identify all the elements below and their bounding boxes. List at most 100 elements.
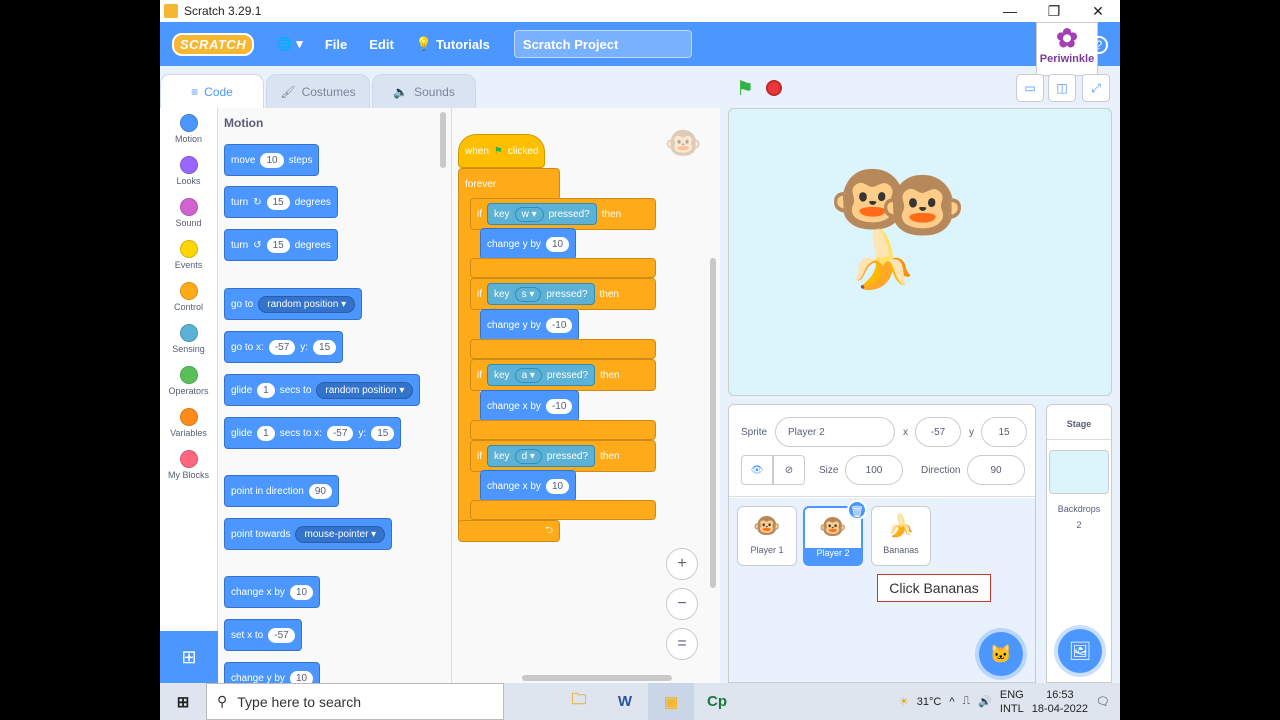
go-to-block[interactable]: go to random position ▾ [224, 288, 363, 320]
change-x-by-block[interactable]: change x by -10 [480, 390, 580, 422]
category-sensing[interactable]: Sensing [160, 318, 217, 360]
zoom-out-button[interactable]: − [666, 588, 698, 620]
stage-selector[interactable]: Stage Backdrops 2 🖼 [1046, 404, 1112, 683]
category-control[interactable]: Control [160, 276, 217, 318]
sprite-thumb-player-1[interactable]: 🐵 Player 1 [737, 506, 797, 566]
move-steps-block[interactable]: move 10 steps [224, 144, 320, 176]
volume-icon[interactable]: 🔊 [978, 695, 992, 708]
block-input[interactable]: -57 [326, 425, 354, 441]
hide-sprite-button[interactable]: ⊘ [773, 455, 805, 485]
edit-menu[interactable]: Edit [369, 37, 394, 52]
fullscreen-button[interactable]: ⤢ [1082, 74, 1110, 102]
block-input[interactable]: 1 [257, 425, 275, 441]
glide-xy-block[interactable]: glide 1 secs to x: -57 y: 15 [224, 417, 402, 449]
add-sprite-button[interactable]: 🐱 [979, 632, 1023, 676]
sprite-thumb-bananas[interactable]: 🍌 Bananas [871, 506, 931, 566]
block-input[interactable]: 15 [371, 425, 395, 441]
close-button[interactable]: ✕ [1076, 3, 1120, 20]
go-to-xy-block[interactable]: go to x: -57 y: 15 [224, 331, 344, 363]
change-y-block[interactable]: change y by 10 [224, 662, 321, 683]
if-block-w[interactable]: if key w ▾ pressed? then [470, 198, 656, 230]
change-x-by-block[interactable]: change x by 10 [480, 470, 577, 502]
block-input[interactable]: 15 [313, 339, 337, 355]
add-backdrop-button[interactable]: 🖼 [1058, 629, 1102, 673]
add-extension-button[interactable]: ⊞ [160, 631, 218, 683]
delete-sprite-icon[interactable]: 🗑 [847, 500, 867, 520]
stop-button[interactable] [766, 80, 782, 96]
file-menu[interactable]: File [325, 37, 347, 52]
key-pressed-block[interactable]: key a ▾ pressed? [487, 364, 596, 386]
category-motion[interactable]: Motion [160, 108, 217, 150]
point-towards-block[interactable]: point towards mouse-pointer ▾ [224, 518, 393, 550]
turn-left-block[interactable]: turn ↺ 15 degrees [224, 229, 338, 261]
if-block-s[interactable]: if key s ▾ pressed? then [470, 278, 656, 310]
key-pressed-block[interactable]: key d ▾ pressed? [487, 445, 596, 467]
key-dropdown[interactable]: a ▾ [514, 367, 542, 383]
script-vertical-scrollbar[interactable] [710, 258, 716, 588]
key-pressed-block[interactable]: key s ▾ pressed? [487, 283, 595, 305]
scratch-logo[interactable]: SCRATCH [172, 32, 255, 56]
when-flag-clicked-block[interactable]: when ⚑ clicked [458, 134, 546, 168]
block-dropdown[interactable]: random position ▾ [316, 381, 414, 399]
block-input[interactable]: 1 [257, 382, 275, 398]
script-horizontal-scrollbar[interactable] [522, 675, 672, 681]
show-sprite-button[interactable]: 👁 [741, 455, 773, 485]
tab-costumes[interactable]: 🖌 Costumes [266, 74, 370, 108]
x-input[interactable]: -57 [915, 417, 961, 447]
change-x-block[interactable]: change x by 10 [224, 576, 321, 608]
block-dropdown[interactable]: random position ▾ [258, 295, 356, 313]
minimize-button[interactable]: — [988, 3, 1032, 20]
if-block-a[interactable]: if key a ▾ pressed? then [470, 359, 656, 391]
category-operators[interactable]: Operators [160, 360, 217, 402]
tab-code[interactable]: ≡ Code [160, 74, 264, 108]
key-dropdown[interactable]: w ▾ [514, 206, 544, 222]
block-input[interactable]: 15 [266, 237, 290, 253]
block-dropdown[interactable]: mouse-pointer ▾ [295, 525, 386, 543]
zoom-in-button[interactable]: + [666, 548, 698, 580]
block-input[interactable]: 90 [308, 483, 332, 499]
block-input[interactable]: 10 [545, 478, 570, 494]
help-icon[interactable]: ? [1090, 36, 1108, 54]
weather-temp[interactable]: 31°C [917, 696, 942, 708]
script-area[interactable]: 🐵 when ⚑ clicked forever ⮌ if key w ▾ pressed… [452, 108, 720, 683]
clock[interactable]: 16:53 18-04-2022 [1032, 688, 1088, 716]
taskbar-search[interactable]: ⚲ Type here to search [206, 683, 504, 720]
file-explorer-icon[interactable]: 🗀 [556, 683, 602, 720]
small-stage-button[interactable]: ▭ [1016, 74, 1044, 102]
forever-block[interactable]: forever [458, 168, 560, 200]
language-indicator[interactable]: ENG INTL [1000, 688, 1024, 716]
if-block-d[interactable]: if key d ▾ pressed? then [470, 440, 656, 472]
turn-right-block[interactable]: turn ↻ 15 degrees [224, 186, 338, 218]
green-flag-button[interactable]: ⚑ [736, 76, 754, 101]
set-x-block[interactable]: set x to -57 [224, 619, 302, 651]
category-variables[interactable]: Variables [160, 402, 217, 444]
change-y-by-block[interactable]: change y by 10 [480, 228, 577, 260]
block-input[interactable]: -57 [268, 627, 295, 643]
network-icon[interactable]: ⎍ [963, 695, 971, 708]
block-input[interactable]: 10 [289, 584, 314, 600]
stage-canvas[interactable]: 🐵 🐵 🍌 [728, 108, 1112, 396]
chevron-up-icon[interactable]: ^ [949, 696, 954, 708]
block-input[interactable]: -10 [545, 317, 573, 333]
category-my-blocks[interactable]: My Blocks [160, 444, 217, 486]
block-input[interactable]: -57 [268, 339, 296, 355]
point-direction-block[interactable]: point in direction 90 [224, 475, 339, 507]
key-dropdown[interactable]: d ▾ [514, 448, 542, 464]
block-input[interactable]: 10 [545, 236, 570, 252]
restore-button[interactable]: ❐ [1032, 3, 1076, 20]
block-input[interactable]: -10 [545, 398, 573, 414]
size-input[interactable]: 100 [845, 455, 903, 485]
direction-input[interactable]: 90 [967, 455, 1025, 485]
key-dropdown[interactable]: s ▾ [514, 286, 542, 302]
captivate-icon[interactable]: Cp [694, 683, 740, 720]
sprite-name-input[interactable]: Player 2 [775, 417, 895, 447]
glide-block[interactable]: glide 1 secs to random position ▾ [224, 374, 421, 406]
start-button[interactable]: ⊞ [160, 683, 206, 720]
block-input[interactable]: 15 [266, 194, 290, 210]
category-events[interactable]: Events [160, 234, 217, 276]
palette-scrollbar[interactable] [440, 112, 446, 168]
tutorials-menu[interactable]: 💡 Tutorials [416, 36, 490, 52]
category-sound[interactable]: Sound [160, 192, 217, 234]
block-input[interactable]: 10 [289, 670, 314, 683]
backdrop-thumbnail[interactable] [1049, 450, 1109, 494]
